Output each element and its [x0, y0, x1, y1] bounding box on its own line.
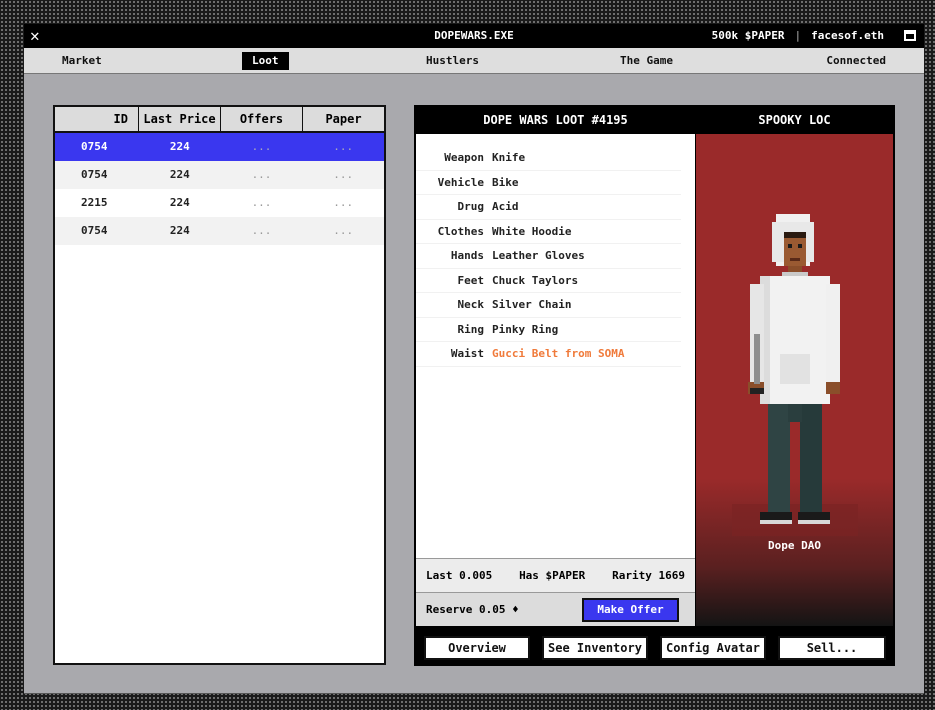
window-titlebar: ✕ DOPEWARS.EXE 500k $PAPER | facesof.eth: [24, 24, 924, 48]
item-slot: Vehicle: [437, 175, 484, 189]
item-name: Knife: [492, 151, 526, 164]
item-name: Pinky Ring: [492, 322, 559, 336]
row-paper: ...: [333, 140, 354, 153]
column-paper[interactable]: Paper: [303, 107, 384, 131]
titlebar-separator: |: [794, 29, 802, 42]
item-name: Chuck Taylors: [492, 273, 579, 287]
item-name-rare: Gucci Belt from SOMA: [492, 347, 625, 360]
table-row[interactable]: 0754 224 ... ...: [55, 161, 384, 189]
row-paper: ...: [333, 196, 354, 209]
row-paper: ...: [333, 224, 354, 237]
row-price: 224: [169, 168, 190, 181]
item-slot: Hands: [450, 249, 484, 262]
item-slot: Clothes: [437, 224, 484, 238]
last-price: Last 0.005: [426, 569, 493, 582]
nav-loot[interactable]: Loot: [242, 52, 289, 70]
table-body: 0754 224 ... ... 0754 224 ... ... 2215 2…: [55, 133, 384, 245]
hustler-avatar-image: [732, 214, 858, 536]
row-id: 0754: [81, 168, 108, 181]
loot-stats: Last 0.005 Has $PAPER Rarity 1669: [416, 558, 695, 592]
nav-hustlers[interactable]: Hustlers: [426, 48, 479, 74]
account-name[interactable]: facesof.eth: [811, 24, 884, 48]
row-price: 224: [169, 196, 190, 209]
item-slot: Feet: [457, 273, 485, 287]
item-name: Bike: [492, 175, 519, 189]
column-offers[interactable]: Offers: [221, 107, 303, 131]
main-nav: Market Loot Hustlers The Game Connected: [24, 48, 924, 74]
sell-button[interactable]: Sell...: [778, 636, 886, 660]
hustler-preview: Dope DAO: [696, 134, 893, 626]
column-id[interactable]: ID: [55, 107, 139, 131]
close-icon[interactable]: ✕: [30, 24, 40, 48]
list-item: Drug Acid: [416, 195, 681, 220]
table-row[interactable]: 0754 224 ... ...: [55, 217, 384, 245]
dao-label: Dope DAO: [768, 539, 821, 552]
row-id: 2215: [81, 196, 108, 209]
loot-table: ID Last Price Offers Paper 0754 224 ... …: [53, 105, 386, 665]
table-header: ID Last Price Offers Paper: [55, 107, 384, 133]
reserve-price: Reserve 0.05 ♦: [426, 603, 519, 616]
loot-title: DOPE WARS LOOT #4195: [483, 113, 628, 127]
config-avatar-button[interactable]: Config Avatar: [660, 636, 766, 660]
item-slot: Ring: [457, 322, 485, 336]
paper-balance: 500k $PAPER: [711, 29, 785, 42]
row-offers: ...: [251, 196, 272, 209]
item-name: Silver Chain: [492, 298, 572, 311]
list-item: Weapon Knife: [416, 146, 681, 171]
row-id: 0754: [81, 224, 108, 237]
row-offers: ...: [251, 140, 272, 153]
see-inventory-button[interactable]: See Inventory: [542, 636, 648, 660]
list-item: Neck Silver Chain: [416, 293, 681, 318]
reserve-row: Reserve 0.05 ♦ Make Offer: [416, 592, 695, 626]
table-row[interactable]: 0754 224 ... ...: [55, 133, 384, 161]
list-item: Vehicle Bike: [416, 171, 681, 195]
loot-detail-panel: DOPE WARS LOOT #4195 Weapon Knife Vehicle…: [414, 105, 895, 666]
make-offer-button[interactable]: Make Offer: [582, 598, 679, 622]
item-slot: Neck: [457, 298, 485, 311]
row-price: 224: [169, 224, 190, 237]
list-item: Waist Gucci Belt from SOMA: [416, 342, 681, 367]
nav-the-game[interactable]: The Game: [620, 48, 673, 74]
has-paper: Has $PAPER: [519, 569, 586, 582]
loot-item-list: Weapon Knife Vehicle Bike Drug Acid Clothes…: [416, 134, 695, 558]
row-price: 224: [169, 140, 190, 153]
overview-button[interactable]: Overview: [424, 636, 530, 660]
table-row[interactable]: 2215 224 ... ...: [55, 189, 384, 217]
row-paper: ...: [333, 168, 354, 181]
list-item: Hands Leather Gloves: [416, 244, 681, 269]
item-slot: Weapon: [444, 151, 484, 164]
item-name: White Hoodie: [492, 224, 572, 238]
list-item: Clothes White Hoodie: [416, 220, 681, 244]
row-id: 0754: [81, 140, 108, 153]
item-slot: Waist: [450, 347, 484, 360]
item-name: Leather Gloves: [492, 249, 585, 262]
nav-market[interactable]: Market: [62, 48, 102, 74]
maximize-icon[interactable]: [904, 30, 916, 41]
action-buttons: Overview See Inventory Config Avatar Sel…: [416, 630, 893, 664]
row-offers: ...: [251, 168, 272, 181]
list-item: Ring Pinky Ring: [416, 318, 681, 342]
hustler-name: SPOOKY LOC: [758, 113, 831, 127]
item-name: Acid: [492, 200, 519, 213]
rarity: Rarity 1669: [612, 569, 685, 582]
list-item: Feet Chuck Taylors: [416, 269, 681, 293]
nav-connected[interactable]: Connected: [826, 48, 886, 74]
row-offers: ...: [251, 224, 272, 237]
item-slot: Drug: [457, 200, 485, 213]
column-last-price[interactable]: Last Price: [139, 107, 221, 131]
